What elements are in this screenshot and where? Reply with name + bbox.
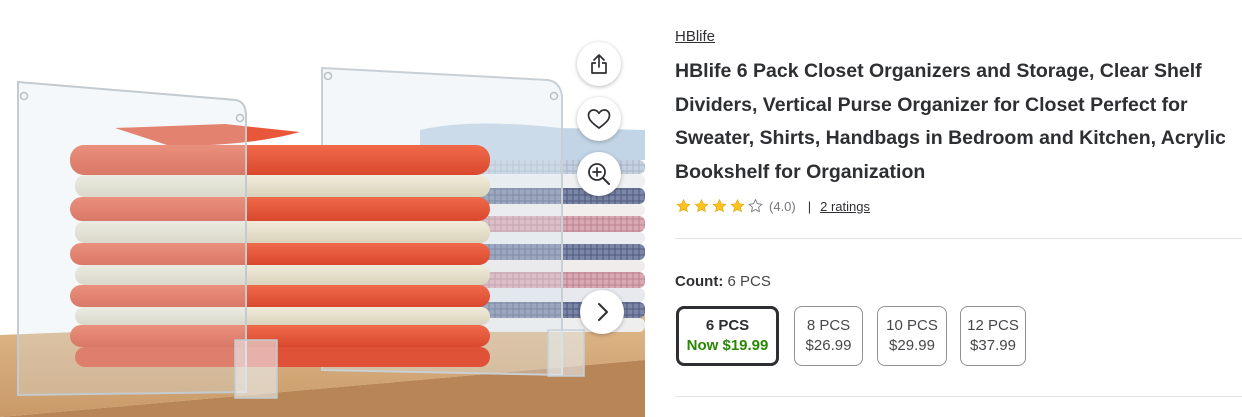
- divider: [675, 396, 1242, 397]
- next-image-button[interactable]: [580, 290, 624, 334]
- variant-6-pcs[interactable]: 6 PCS Now $19.99: [676, 306, 779, 366]
- count-selected-value: 6 PCS: [727, 273, 771, 290]
- variant-price: Now $19.99: [686, 337, 769, 354]
- rating-separator: |: [807, 198, 812, 214]
- star-filled-icon: [676, 199, 691, 213]
- share-icon: [591, 54, 607, 74]
- variant-name: 6 PCS: [705, 317, 750, 334]
- variant-name: 12 PCS: [967, 317, 1019, 334]
- favorite-button[interactable]: [577, 97, 621, 141]
- heart-icon: [587, 109, 611, 129]
- divider: [675, 238, 1242, 239]
- ratings-count-link[interactable]: 2 ratings: [820, 199, 870, 214]
- rating-summary: (4.0) | 2 ratings: [675, 197, 870, 215]
- star-empty-icon: [748, 198, 763, 213]
- zoom-in-icon: [588, 163, 610, 185]
- variant-name: 8 PCS: [806, 317, 851, 334]
- rating-value: (4.0): [769, 198, 796, 214]
- star-filled-icon: [730, 199, 745, 213]
- variant-name: 10 PCS: [886, 317, 938, 334]
- brand-link[interactable]: HBlife: [675, 28, 715, 45]
- variant-price: $26.99: [805, 337, 852, 354]
- share-button[interactable]: [577, 42, 621, 86]
- variant-10-pcs[interactable]: 10 PCS $29.99: [877, 306, 947, 366]
- star-rating: [675, 198, 765, 214]
- count-label: Count:: [675, 273, 724, 290]
- product-photo: [0, 66, 645, 417]
- chevron-right-icon: [598, 303, 608, 321]
- star-filled-icon: [712, 199, 727, 213]
- variant-12-pcs[interactable]: 12 PCS $37.99: [960, 306, 1026, 366]
- variant-8-pcs[interactable]: 8 PCS $26.99: [794, 306, 863, 366]
- variant-price: $29.99: [889, 337, 935, 354]
- product-title: HBlife 6 Pack Closet Organizers and Stor…: [675, 60, 1226, 183]
- zoom-button[interactable]: [577, 152, 621, 196]
- variant-price: $37.99: [970, 337, 1016, 354]
- product-info: HBlife HBlife 6 Pack Closet Organizers a…: [675, 0, 1242, 417]
- count-selection-label: Count: 6 PCS: [675, 273, 771, 290]
- star-filled-icon: [694, 199, 709, 213]
- product-image-gallery: [0, 0, 645, 417]
